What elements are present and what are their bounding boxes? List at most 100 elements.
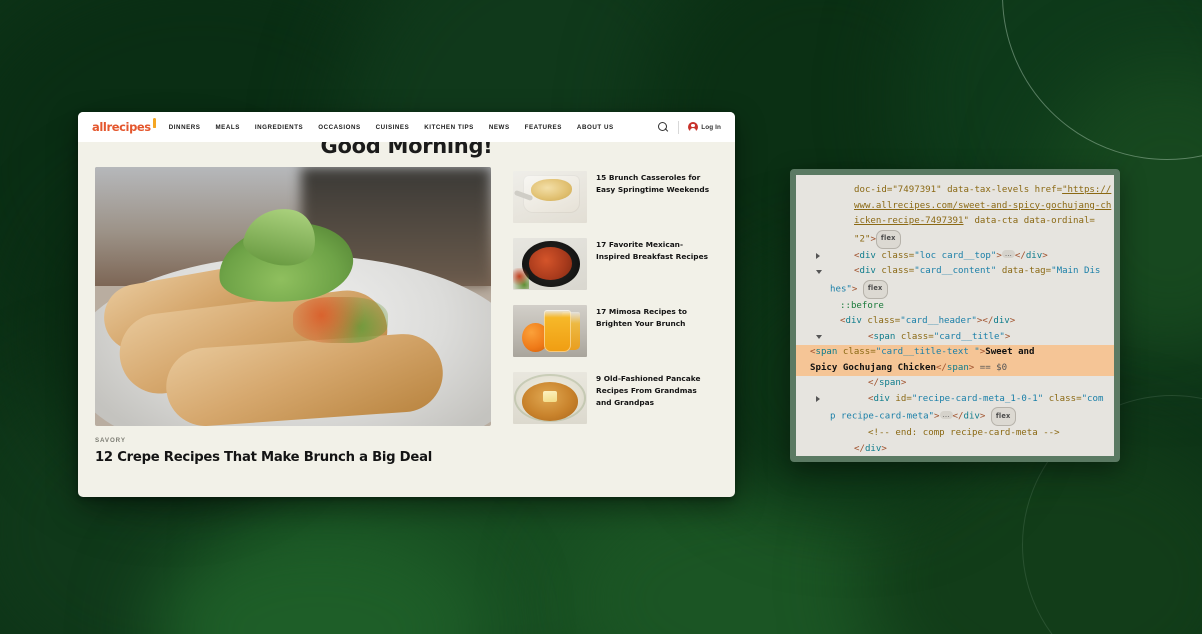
line-comment[interactable]: <!-- end: comp recipe-card-meta --> (826, 426, 1114, 442)
line-card-title[interactable]: <span class="card__title"> (826, 330, 1114, 346)
nav-item-features[interactable]: FEATURES (525, 124, 562, 131)
code-token-brak: </ (953, 412, 964, 422)
nav-item-cuisines[interactable]: CUISINES (376, 124, 410, 131)
featured-article-title[interactable]: 12 Crepe Recipes That Make Brunch a Big … (95, 450, 491, 465)
line-attrs-2[interactable]: www.allrecipes.com/sweet-and-spicy-gochu… (826, 199, 1114, 215)
flex-badge[interactable]: flex (863, 280, 888, 299)
nav-item-dinners[interactable]: DINNERS (169, 124, 201, 131)
login-label: Log In (701, 124, 721, 131)
code-token-tag: span (873, 332, 895, 342)
list-item[interactable]: 15 Brunch Casseroles for Easy Springtime… (513, 171, 710, 223)
code-token-attr: class= (895, 332, 933, 342)
nav-item-about-us[interactable]: ABOUT US (577, 124, 614, 131)
code-token-brak: </ (868, 378, 879, 388)
flex-badge[interactable]: flex (876, 230, 901, 249)
code-token-brak: > (1010, 316, 1015, 326)
list-item-thumbnail (513, 238, 587, 290)
line-attrs-4[interactable]: "2">flex (826, 230, 1114, 249)
code-token-txt: Sweet and (985, 347, 1034, 357)
nav-item-ingredients[interactable]: INGREDIENTS (255, 124, 303, 131)
code-token-tag: div (859, 251, 875, 261)
code-token-attr: class= (876, 266, 914, 276)
allrecipes-logo[interactable]: allrecipes (92, 120, 151, 134)
list-item-title: 17 Favorite Mexican-Inspired Breakfast R… (596, 238, 710, 263)
line-recipe-meta[interactable]: <div id="recipe-card-meta_1-0-1" class="… (826, 392, 1114, 408)
line-card-top[interactable]: <div class="loc card__top">…</div> (826, 249, 1114, 265)
thumb-detail (514, 190, 534, 201)
code-token-brak: > (934, 412, 939, 422)
search-icon[interactable] (658, 122, 669, 133)
code-token-tag: div (993, 316, 1009, 326)
thumb-detail (544, 310, 571, 352)
list-item[interactable]: 17 Favorite Mexican-Inspired Breakfast R… (513, 238, 710, 290)
list-item-thumbnail (513, 305, 587, 357)
nav-item-meals[interactable]: MEALS (215, 124, 239, 131)
logo-spoon-icon (153, 118, 156, 128)
chevron-down-icon[interactable] (816, 270, 822, 274)
code-token-brak: </ (854, 444, 865, 454)
line-before[interactable]: ::before (826, 299, 1114, 315)
code-token-tag: span (947, 363, 969, 373)
chevron-right-icon[interactable] (816, 396, 820, 402)
featured-article-image[interactable] (95, 167, 491, 426)
code-token-attr: class= (862, 316, 900, 326)
list-item-thumbnail (513, 372, 587, 424)
image-layer-filling (293, 297, 388, 344)
header-divider (678, 121, 679, 134)
thumb-detail (543, 391, 558, 402)
code-token-str: hes" (830, 284, 852, 294)
line-card-content[interactable]: <div class="card__content" data-tag="Mai… (826, 264, 1114, 280)
code-token-comment: <!-- end: comp recipe-card-meta --> (868, 428, 1060, 438)
login-button[interactable]: Log In (688, 122, 721, 132)
featured-article[interactable]: SAVORY 12 Crepe Recipes That Make Brunch… (95, 167, 491, 465)
main-navigation: DINNERS MEALS INGREDIENTS OCCASIONS CUIS… (169, 124, 658, 131)
thumb-detail (538, 181, 568, 193)
line-card-content-2[interactable]: hes"> flex (826, 280, 1114, 299)
code-token-txt: Spicy Gochujang Chicken (810, 363, 936, 373)
line-close-span[interactable]: </span> (826, 376, 1114, 392)
code-token-brak: ></ (977, 316, 993, 326)
nav-item-kitchen-tips[interactable]: KITCHEN TIPS (424, 124, 474, 131)
nav-item-news[interactable]: NEWS (489, 124, 510, 131)
browser-window: allrecipes DINNERS MEALS INGREDIENTS OCC… (78, 112, 735, 497)
line-attrs-3[interactable]: icken-recipe-7497391" data-cta data-ordi… (826, 214, 1114, 230)
devtools-dom-tree[interactable]: doc-id="7497391" data-tax-levels href="h… (796, 175, 1114, 456)
code-token-brak: </ (936, 363, 947, 373)
code-token-str: "card__content" (914, 266, 996, 276)
code-token-attr: data-tax-levels href= (942, 185, 1062, 195)
code-token-tag: div (859, 266, 875, 276)
chevron-down-icon[interactable] (816, 335, 822, 339)
nav-item-occasions[interactable]: OCCASIONS (318, 124, 360, 131)
line-attrs-1[interactable]: doc-id="7497391" data-tax-levels href="h… (826, 183, 1114, 199)
code-token-attr: class= (876, 251, 914, 261)
list-item[interactable]: 9 Old-Fashioned Pancake Recipes From Gra… (513, 372, 710, 424)
thumb-detail (513, 268, 529, 289)
line-card-header[interactable]: <div class="card__header"></div> (826, 314, 1114, 330)
line-recipe-meta-2[interactable]: p recipe-card-meta">…</div> flex (826, 407, 1114, 426)
line-close-div[interactable]: </div> (826, 442, 1114, 457)
article-list: 15 Brunch Casseroles for Easy Springtime… (513, 167, 710, 465)
flex-badge[interactable]: flex (991, 407, 1016, 426)
code-token-brak: > (996, 251, 1001, 261)
chevron-right-icon[interactable] (816, 253, 820, 259)
code-token-tag: div (845, 316, 861, 326)
page-content: Good Morning! SAVORY 12 Crepe Recipes Th… (78, 134, 735, 465)
list-item[interactable]: 17 Mimosa Recipes to Brighten Your Brunc… (513, 305, 710, 357)
devtools-elements-panel[interactable]: doc-id="7497391" data-tax-levels href="h… (790, 169, 1120, 462)
collapsed-children-icon[interactable]: … (1002, 250, 1015, 258)
code-token-brak: </ (1015, 251, 1026, 261)
list-item-title: 15 Brunch Casseroles for Easy Springtime… (596, 171, 710, 196)
code-token-str: "card__title-text " (876, 347, 980, 357)
code-token-link: icken-recipe-7497391 (854, 216, 964, 226)
code-token-attr: id= (890, 394, 912, 404)
code-token-val: "7497391" (892, 185, 941, 195)
line-title-text-b[interactable]: Spicy Gochujang Chicken</span> == $0 (796, 361, 1114, 377)
code-token-attr: data-tag= (996, 266, 1051, 276)
collapsed-children-icon[interactable]: … (940, 411, 953, 419)
code-token-tag: span (815, 347, 837, 357)
code-token-str: "com (1082, 394, 1104, 404)
code-token-attr: doc-id= (854, 185, 892, 195)
line-title-text-a[interactable]: <span class="card__title-text ">Sweet an… (796, 345, 1114, 361)
code-token-val: "2" (854, 234, 870, 244)
code-token-attr: data-cta data-ordinal= (969, 216, 1095, 226)
